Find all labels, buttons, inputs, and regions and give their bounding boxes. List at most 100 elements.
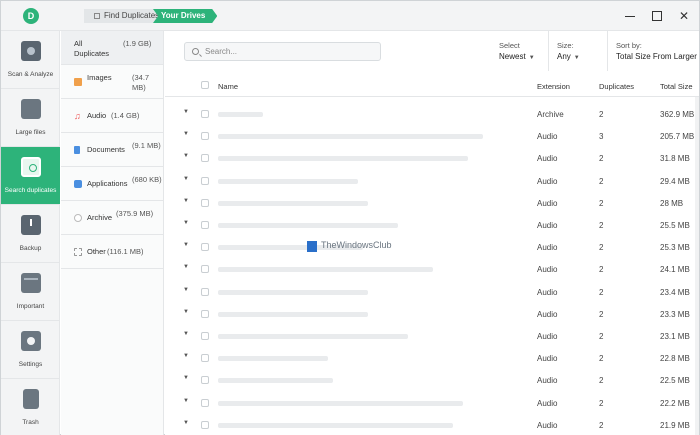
expand-row-icon[interactable]: ▼ [183, 220, 189, 226]
row-duplicates: 3 [599, 132, 604, 142]
category-other[interactable]: Other (116.1 MB) [61, 235, 163, 269]
home-icon [94, 13, 100, 19]
expand-row-icon[interactable]: ▼ [183, 420, 189, 426]
music-note-icon: ♫ [74, 111, 81, 121]
column-header-total-size[interactable]: Total Size [660, 82, 693, 91]
scrollbar[interactable] [695, 97, 699, 435]
file-name-placeholder [218, 422, 453, 428]
expand-row-icon[interactable]: ▼ [183, 353, 189, 359]
row-checkbox[interactable] [201, 287, 209, 296]
table-row[interactable]: ▼ Audio 2 28 MB [165, 193, 699, 215]
table-row[interactable]: ▼ Audio 2 22.8 MB [165, 348, 699, 370]
breadcrumb-your-drives[interactable]: Your Drives [153, 9, 218, 23]
row-checkbox[interactable] [201, 420, 209, 429]
row-total-size: 362.9 MB [660, 110, 695, 119]
table-row[interactable]: ▼ Audio 2 23.1 MB [165, 326, 699, 348]
row-checkbox[interactable] [201, 110, 209, 118]
table-row[interactable]: ▼ Audio 2 24.1 MB [165, 259, 699, 281]
expand-row-icon[interactable]: ▼ [183, 153, 189, 159]
table-row[interactable]: ▼ Audio 2 23.3 MB [165, 304, 699, 326]
table-row[interactable]: ▼ Audio 3 205.7 MB [165, 126, 699, 148]
column-header-duplicates[interactable]: Duplicates [599, 82, 634, 91]
row-checkbox[interactable] [201, 376, 209, 385]
search-input[interactable] [205, 45, 375, 58]
sidebar-item-settings[interactable]: Settings [1, 321, 60, 379]
category-images[interactable]: Images (34.7 MB) [61, 65, 163, 99]
expand-row-icon[interactable]: ▼ [183, 109, 189, 115]
row-checkbox[interactable] [201, 198, 209, 207]
size-filter-value: Any [557, 52, 571, 61]
expand-row-icon[interactable]: ▼ [183, 287, 189, 293]
sidebar-item-trash[interactable]: Trash [1, 379, 60, 435]
expand-row-icon[interactable]: ▼ [183, 398, 189, 404]
table-row[interactable]: ▼ Audio 2 31.8 MB [165, 148, 699, 170]
table-row[interactable]: ▼ Audio 2 29.4 MB [165, 171, 699, 193]
minimize-icon [625, 16, 635, 17]
row-checkbox[interactable] [201, 265, 209, 274]
row-checkbox[interactable] [201, 354, 209, 363]
sort-dropdown[interactable]: Sort by: Total Size From Larger▼ [616, 40, 699, 64]
sidebar-item-search-duplicates[interactable]: Search duplicates [1, 147, 60, 205]
category-all-duplicates[interactable]: All Duplicates (1.9 GB) [61, 31, 163, 65]
file-name-placeholder [218, 289, 368, 295]
expand-row-icon[interactable]: ▼ [183, 331, 189, 337]
table-row[interactable]: ▼ Audio 2 23.4 MB [165, 282, 699, 304]
table-row[interactable]: ▼ Archive 2 362.9 MB [165, 104, 699, 126]
table-row[interactable]: ▼ Audio 2 25.5 MB [165, 215, 699, 237]
sidebar-item-label: Settings [18, 361, 43, 368]
select-all-checkbox[interactable] [201, 81, 209, 89]
select-filter-value: Newest [499, 52, 526, 61]
row-duplicates: 2 [599, 398, 604, 408]
row-extension: Audio [537, 132, 558, 142]
close-button[interactable]: ✕ [674, 6, 694, 26]
row-checkbox[interactable] [201, 332, 209, 340]
expand-row-icon[interactable]: ▼ [183, 309, 189, 315]
row-checkbox[interactable] [201, 398, 209, 407]
sidebar-item-large-files[interactable]: Large files [1, 89, 60, 147]
file-name-placeholder [218, 178, 358, 184]
row-extension: Audio [537, 154, 558, 164]
expand-row-icon[interactable]: ▼ [183, 198, 189, 204]
row-checkbox[interactable] [201, 132, 209, 141]
row-extension: Audio [537, 198, 558, 208]
expand-row-icon[interactable]: ▼ [183, 131, 189, 137]
row-checkbox[interactable] [201, 176, 209, 185]
row-checkbox[interactable] [201, 309, 209, 318]
sidebar-item-important[interactable]: Important [1, 263, 60, 321]
table-row[interactable]: ▼ Audio 2 22.5 MB [165, 370, 699, 392]
row-extension: Audio [537, 287, 558, 297]
expand-row-icon[interactable]: ▼ [183, 375, 189, 381]
category-archive[interactable]: Archive (375.9 MB) [61, 201, 163, 235]
search-box[interactable] [184, 42, 381, 61]
minimize-button[interactable] [620, 6, 640, 26]
table-row[interactable]: ▼ Audio 2 21.9 MB [165, 415, 699, 435]
important-icon [21, 273, 41, 293]
row-checkbox[interactable] [201, 154, 209, 163]
expand-row-icon[interactable]: ▼ [183, 242, 189, 248]
document-icon [74, 146, 80, 154]
column-header-extension[interactable]: Extension [537, 82, 570, 91]
breadcrumb-label: Find Duplicates [104, 11, 160, 20]
sidebar-item-scan-analyze[interactable]: Scan & Analyze [1, 31, 60, 89]
table-row[interactable]: ▼ Audio 2 25.3 MB [165, 237, 699, 259]
size-filter-dropdown[interactable]: Size: Any ▼ [557, 40, 580, 64]
maximize-button[interactable] [647, 6, 667, 26]
file-name-placeholder [218, 334, 408, 339]
category-audio[interactable]: ♫ Audio (1.4 GB) [61, 99, 163, 133]
row-extension: Archive [537, 110, 564, 119]
file-name-placeholder [218, 400, 463, 406]
column-header-name[interactable]: Name [218, 82, 238, 91]
expand-row-icon[interactable]: ▼ [183, 264, 189, 270]
select-filter-label: Select [499, 41, 520, 50]
file-name-placeholder [218, 134, 483, 140]
category-applications[interactable]: Applications (680 KB) [61, 167, 163, 201]
row-checkbox[interactable] [201, 221, 209, 229]
table-row[interactable]: ▼ Audio 2 22.2 MB [165, 393, 699, 415]
row-duplicates: 2 [599, 332, 604, 341]
category-size: (34.7 MB) [132, 73, 150, 92]
row-checkbox[interactable] [201, 243, 209, 252]
expand-row-icon[interactable]: ▼ [183, 176, 189, 182]
category-documents[interactable]: Documents (9.1 MB) [61, 133, 163, 167]
sidebar-item-backup[interactable]: Backup [1, 205, 60, 263]
select-filter-dropdown[interactable]: Select Newest ▼ [499, 40, 535, 64]
